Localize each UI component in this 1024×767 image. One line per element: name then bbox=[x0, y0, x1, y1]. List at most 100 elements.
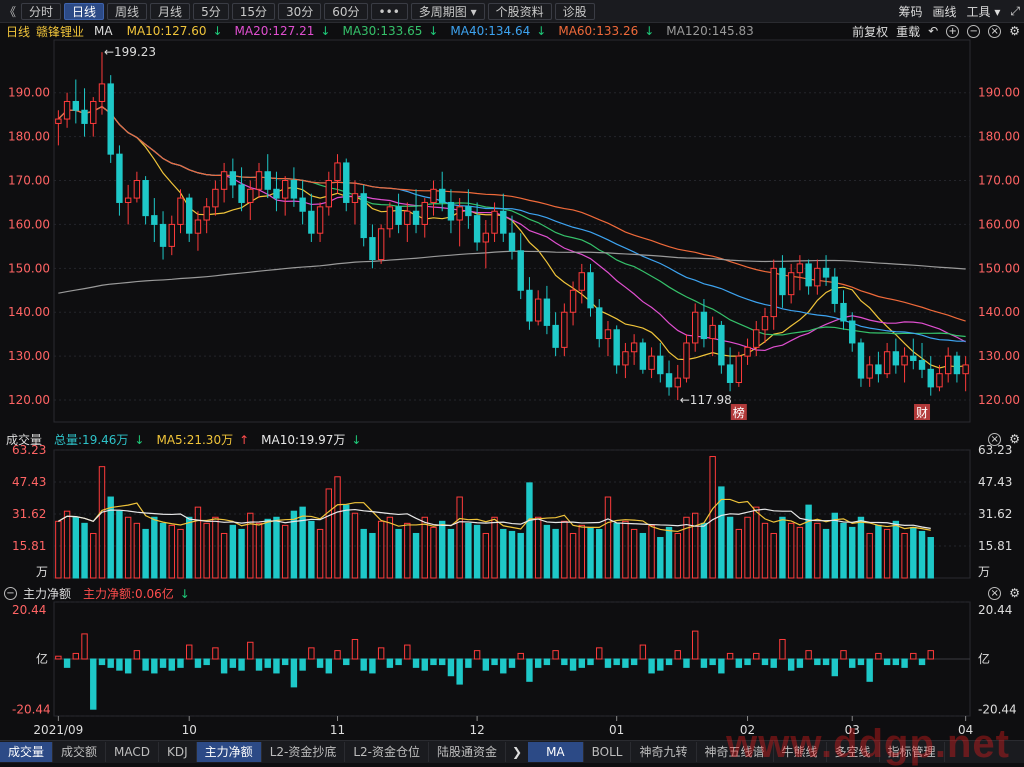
candle-body bbox=[360, 193, 367, 239]
candle-body bbox=[133, 180, 141, 199]
flow-bar bbox=[639, 644, 647, 660]
candle-body bbox=[273, 188, 280, 199]
candle-body bbox=[613, 329, 620, 366]
volume-bar bbox=[630, 528, 638, 579]
volume-bar bbox=[665, 526, 673, 579]
candle-body bbox=[168, 223, 175, 247]
tab-northbound[interactable]: 陆股通资金 bbox=[429, 742, 507, 762]
tab-turnover[interactable]: 成交额 bbox=[53, 742, 107, 762]
candle-body bbox=[421, 201, 428, 225]
flow-bar bbox=[212, 647, 219, 660]
candle-body bbox=[212, 188, 219, 208]
candle-body bbox=[456, 206, 463, 221]
flow-bar bbox=[247, 641, 254, 660]
flow-bar bbox=[168, 658, 175, 671]
candle-body bbox=[55, 118, 62, 124]
flow-bar bbox=[334, 650, 341, 660]
candle-body bbox=[526, 289, 533, 322]
candle-body bbox=[569, 289, 577, 313]
candle-body bbox=[386, 206, 394, 230]
tab-boll[interactable]: BOLL bbox=[584, 742, 632, 762]
volume-bar bbox=[177, 528, 184, 579]
flow-bar bbox=[386, 658, 394, 668]
price-tick-label-left: 120.00 bbox=[8, 393, 50, 407]
candle-body bbox=[508, 232, 516, 252]
low-annotation: ←117.98 bbox=[680, 393, 732, 407]
candle-body bbox=[700, 311, 708, 340]
price-tick-label-left: 190.00 bbox=[8, 86, 50, 100]
candle-body bbox=[779, 267, 786, 296]
volume-bar bbox=[761, 522, 769, 579]
candle-body bbox=[465, 206, 472, 217]
candle-body bbox=[316, 206, 324, 234]
candle-body bbox=[910, 355, 917, 362]
candle-body bbox=[927, 368, 934, 388]
volume-bar bbox=[90, 532, 97, 579]
tab-ma[interactable]: MA bbox=[528, 742, 584, 762]
price-tick-label-right: 130.00 bbox=[978, 349, 1020, 363]
tab-volume[interactable]: 成交量 bbox=[0, 742, 54, 762]
volume-bar bbox=[186, 516, 193, 579]
volume-bar bbox=[220, 532, 228, 579]
volume-bar bbox=[264, 518, 271, 579]
flow-bar bbox=[534, 658, 542, 668]
volume-bar bbox=[831, 512, 838, 579]
candle-body bbox=[543, 298, 551, 326]
volume-bar bbox=[325, 488, 333, 579]
candle-body bbox=[587, 272, 594, 309]
volume-bar bbox=[892, 520, 900, 579]
volume-bar bbox=[63, 510, 71, 579]
volume-bar bbox=[508, 530, 516, 579]
flow-bar bbox=[596, 647, 603, 660]
volume-bar bbox=[709, 456, 716, 579]
tab-macd[interactable]: MACD bbox=[106, 742, 160, 762]
volume-bar bbox=[526, 482, 533, 579]
candle-body bbox=[377, 228, 385, 261]
candle-body bbox=[72, 100, 80, 111]
tab-main-flow[interactable]: 主力净额 bbox=[196, 742, 262, 762]
flow-bar bbox=[805, 650, 812, 660]
tab-td-nine[interactable]: 神奇九转 bbox=[631, 742, 697, 762]
chevron-right-icon[interactable]: ❯ bbox=[506, 745, 528, 759]
x-tick-label: 10 bbox=[182, 723, 197, 737]
flow-bar bbox=[98, 658, 106, 666]
flow-bar bbox=[316, 658, 324, 668]
candle-body bbox=[648, 355, 655, 370]
flow-bar bbox=[308, 647, 315, 660]
flow-bar bbox=[683, 658, 690, 668]
ma60-line bbox=[57, 105, 966, 322]
candle-body bbox=[883, 351, 891, 375]
candle-body bbox=[334, 162, 341, 182]
flow-bar bbox=[186, 644, 193, 660]
candle-body bbox=[630, 342, 638, 353]
flow-bar bbox=[857, 658, 865, 666]
tab-l2-position[interactable]: L2-资金仓位 bbox=[345, 742, 429, 762]
candle-body bbox=[622, 351, 629, 366]
volume-bar bbox=[796, 526, 804, 579]
volume-bar bbox=[308, 520, 315, 579]
candle-body bbox=[718, 324, 725, 366]
volume-bar bbox=[840, 522, 847, 579]
candle-body bbox=[796, 263, 804, 274]
flow-bar bbox=[744, 658, 751, 666]
volume-bar bbox=[456, 496, 463, 579]
tab-l2-bottom[interactable]: L2-资金抄底 bbox=[262, 742, 346, 762]
candle-body bbox=[473, 215, 481, 243]
flow-bar bbox=[395, 658, 402, 666]
candle-body bbox=[290, 180, 298, 199]
volume-bar bbox=[133, 522, 141, 579]
flow-bar bbox=[849, 658, 856, 668]
flow-bar bbox=[648, 658, 655, 674]
stock-chart[interactable]: 190.00 190.00 180.00 180.00 170.00 170.00 160.… bbox=[0, 0, 1024, 740]
flow-bar bbox=[543, 658, 551, 666]
candle-body bbox=[761, 316, 769, 331]
volume-bar bbox=[674, 532, 681, 579]
volume-bar bbox=[238, 528, 245, 579]
candle-body bbox=[578, 272, 585, 291]
flow-bar bbox=[578, 658, 585, 668]
volume-bar bbox=[927, 537, 934, 579]
flow-bar bbox=[351, 638, 359, 660]
volume-bar bbox=[116, 510, 123, 579]
candle-body bbox=[709, 324, 716, 340]
tab-kdj[interactable]: KDJ bbox=[159, 742, 197, 762]
